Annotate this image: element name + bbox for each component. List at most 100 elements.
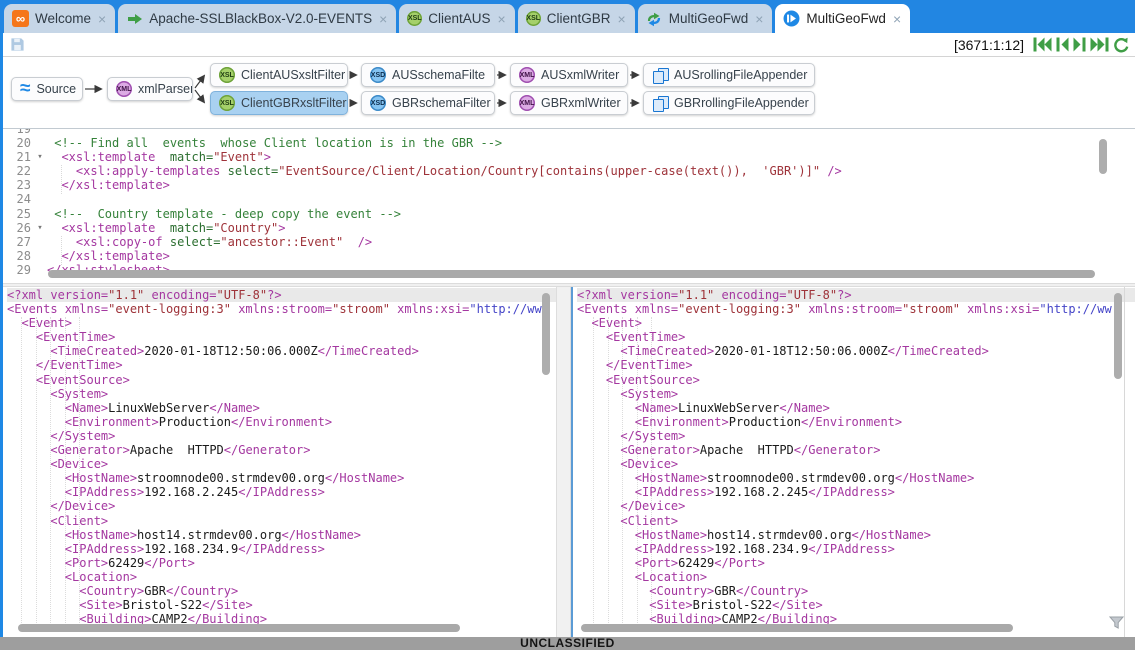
xml-line[interactable]: </EventTime> (7, 358, 556, 372)
tab-clientaus[interactable]: XSLClientAUS× (399, 4, 514, 33)
pipeline-node-ausschemafilter[interactable]: XSDAUSschemaFilte (361, 63, 495, 87)
pipeline-node-gbrxmlwriter[interactable]: XMLGBRxmlWriter (510, 91, 628, 115)
editor-line-24[interactable]: 24 (3, 192, 1135, 206)
fold-arrow-icon[interactable]: ▾ (33, 221, 47, 235)
xml-line[interactable]: <?xml version="1.1" encoding="UTF-8"?> (577, 288, 1135, 302)
xml-line[interactable]: <Client> (7, 514, 556, 528)
refresh-button[interactable] (1113, 37, 1130, 53)
xml-line[interactable]: <Country>GBR</Country> (577, 584, 1135, 598)
xml-line[interactable]: <Environment>Production</Environment> (577, 415, 1135, 429)
xml-line[interactable]: <Client> (577, 514, 1135, 528)
node-label: Source (36, 82, 76, 96)
stream-source-icon: ≈ (20, 82, 30, 96)
input-pane-horizontal-scrollbar[interactable] (18, 624, 460, 632)
xml-line[interactable]: <TimeCreated>2020-01-18T12:50:06.000Z</T… (7, 344, 556, 358)
xml-line[interactable]: <Port>62429</Port> (577, 556, 1135, 570)
xml-line[interactable]: <?xml version="1.1" encoding="UTF-8"?> (7, 288, 556, 302)
xml-line[interactable]: <Events xmlns="event-logging:3" xmlns:st… (7, 302, 556, 316)
xml-line[interactable]: <Event> (577, 316, 1135, 330)
xml-line[interactable]: </System> (577, 429, 1135, 443)
input-xml-pane[interactable]: <?xml version="1.1" encoding="UTF-8"?><E… (3, 287, 556, 637)
step-back-button[interactable] (1056, 37, 1069, 52)
xml-line[interactable]: <Name>LinuxWebServer</Name> (7, 401, 556, 415)
xml-line[interactable]: </System> (7, 429, 556, 443)
tab-welcome[interactable]: ∞Welcome× (4, 4, 115, 33)
editor-line-21[interactable]: 21▾ <xsl:template match="Event"> (3, 150, 1135, 164)
xml-line[interactable]: <Event> (7, 316, 556, 330)
step-last-button[interactable] (1090, 37, 1109, 52)
xml-line[interactable]: <Site>Bristol-S22</Site> (7, 598, 556, 612)
xml-line[interactable]: <IPAddress>192.168.234.9</IPAddress> (577, 542, 1135, 556)
xslt-code-editor[interactable]: 1920 <!-- Find all events whose Client l… (3, 129, 1135, 283)
xml-line[interactable]: <IPAddress>192.168.2.245</IPAddress> (7, 485, 556, 499)
xml-line[interactable]: <EventSource> (577, 373, 1135, 387)
xml-line[interactable]: <IPAddress>192.168.234.9</IPAddress> (7, 542, 556, 556)
xml-line[interactable]: </Device> (7, 499, 556, 513)
pipeline-node-xmlparser[interactable]: XMLxmlParser (107, 77, 193, 101)
editor-line-19[interactable]: 19 (3, 129, 1135, 136)
xml-line[interactable]: <Name>LinuxWebServer</Name> (577, 401, 1135, 415)
editor-line-22[interactable]: 22 <xsl:apply-templates select="EventSou… (3, 164, 1135, 178)
step-first-button[interactable] (1033, 37, 1052, 52)
xml-line[interactable]: <HostName>host14.strmdev00.org</HostName… (7, 528, 556, 542)
editor-horizontal-scrollbar[interactable] (48, 270, 1095, 278)
xml-line[interactable]: <EventTime> (7, 330, 556, 344)
tab-close-icon[interactable]: × (379, 12, 387, 26)
pipeline-node-ausrollingfileappender[interactable]: AUSrollingFileAppender (643, 63, 815, 87)
xml-line[interactable]: <Generator>Apache HTTPD</Generator> (7, 443, 556, 457)
tab-close-icon[interactable]: × (618, 12, 626, 26)
xml-line[interactable]: </EventTime> (577, 358, 1135, 372)
editor-vertical-scrollbar[interactable] (1099, 139, 1107, 174)
xml-line[interactable]: <Port>62429</Port> (7, 556, 556, 570)
xml-line[interactable]: <Site>Bristol-S22</Site> (577, 598, 1135, 612)
output-pane-vertical-scrollbar[interactable] (1114, 293, 1122, 379)
step-forward-button[interactable] (1073, 37, 1086, 52)
xml-line[interactable]: </Device> (577, 499, 1135, 513)
fold-arrow-icon[interactable]: ▾ (33, 150, 47, 164)
pipeline-node-ausxmlwriter[interactable]: XMLAUSxmlWriter (510, 63, 628, 87)
save-icon[interactable] (10, 37, 25, 52)
editor-line-23[interactable]: 23 </xsl:template> (3, 178, 1135, 192)
xml-line[interactable]: <Generator>Apache HTTPD</Generator> (577, 443, 1135, 457)
tab-clientgbr[interactable]: XSLClientGBR× (518, 4, 635, 33)
pipeline-node-clientausxsltfilter[interactable]: XSLClientAUSxsltFilter (210, 63, 348, 87)
xml-line[interactable]: <HostName>host14.strmdev00.org</HostName… (577, 528, 1135, 542)
pipeline-node-source[interactable]: ≈ Source (11, 77, 83, 101)
xml-line[interactable]: <Location> (577, 570, 1135, 584)
tab-close-icon[interactable]: × (98, 12, 106, 26)
tab-close-icon[interactable]: × (498, 12, 506, 26)
tab-close-icon[interactable]: × (755, 12, 763, 26)
pipeline-node-clientgbrxsltfilter[interactable]: XSLClientGBRxsltFilter (210, 91, 348, 115)
xml-line[interactable]: <TimeCreated>2020-01-18T12:50:06.000Z</T… (577, 344, 1135, 358)
xml-line[interactable]: <HostName>stroomnode00.strmdev00.org</Ho… (577, 471, 1135, 485)
xml-line[interactable]: <HostName>stroomnode00.strmdev00.org</Ho… (7, 471, 556, 485)
input-pane-vertical-scrollbar[interactable] (542, 293, 550, 375)
xml-line[interactable]: <Country>GBR</Country> (7, 584, 556, 598)
filter-icon[interactable] (1109, 616, 1124, 634)
xml-line[interactable]: <Location> (7, 570, 556, 584)
line-number: 27 (3, 235, 33, 249)
xml-line[interactable]: <System> (7, 387, 556, 401)
xml-line[interactable]: <EventTime> (577, 330, 1135, 344)
xml-line[interactable]: <Environment>Production</Environment> (7, 415, 556, 429)
output-pane-horizontal-scrollbar[interactable] (581, 624, 1013, 632)
pipeline-node-gbrschemafilter[interactable]: XSDGBRschemaFilter (361, 91, 495, 115)
editor-line-27[interactable]: 27 <xsl:copy-of select="ancestor::Event"… (3, 235, 1135, 249)
xml-line[interactable]: <IPAddress>192.168.2.245</IPAddress> (577, 485, 1135, 499)
tab-multigeofwd[interactable]: MultiGeoFwd× (775, 4, 910, 33)
tab-apache-sslblackbox-v2.0-events[interactable]: Apache-SSLBlackBox-V2.0-EVENTS× (118, 4, 396, 33)
editor-line-20[interactable]: 20 <!-- Find all events whose Client loc… (3, 136, 1135, 150)
xml-line[interactable]: <Events xmlns="event-logging:3" xmlns:st… (577, 302, 1135, 316)
editor-line-28[interactable]: 28 </xsl:template> (3, 249, 1135, 263)
xml-line[interactable]: <Device> (7, 457, 556, 471)
pipeline-node-gbrrollingfileappender[interactable]: GBRrollingFileAppender (643, 91, 815, 115)
tab-multigeofwd[interactable]: MultiGeoFwd× (638, 4, 773, 33)
xml-line[interactable]: <Device> (577, 457, 1135, 471)
vertical-splitter[interactable] (556, 287, 571, 637)
xml-line[interactable]: <System> (577, 387, 1135, 401)
xml-line[interactable]: <EventSource> (7, 373, 556, 387)
editor-line-25[interactable]: 25 <!-- Country template - deep copy the… (3, 207, 1135, 221)
tab-close-icon[interactable]: × (893, 12, 901, 26)
output-xml-pane[interactable]: <?xml version="1.1" encoding="UTF-8"?><E… (571, 287, 1135, 637)
editor-line-26[interactable]: 26▾ <xsl:template match="Country"> (3, 221, 1135, 235)
